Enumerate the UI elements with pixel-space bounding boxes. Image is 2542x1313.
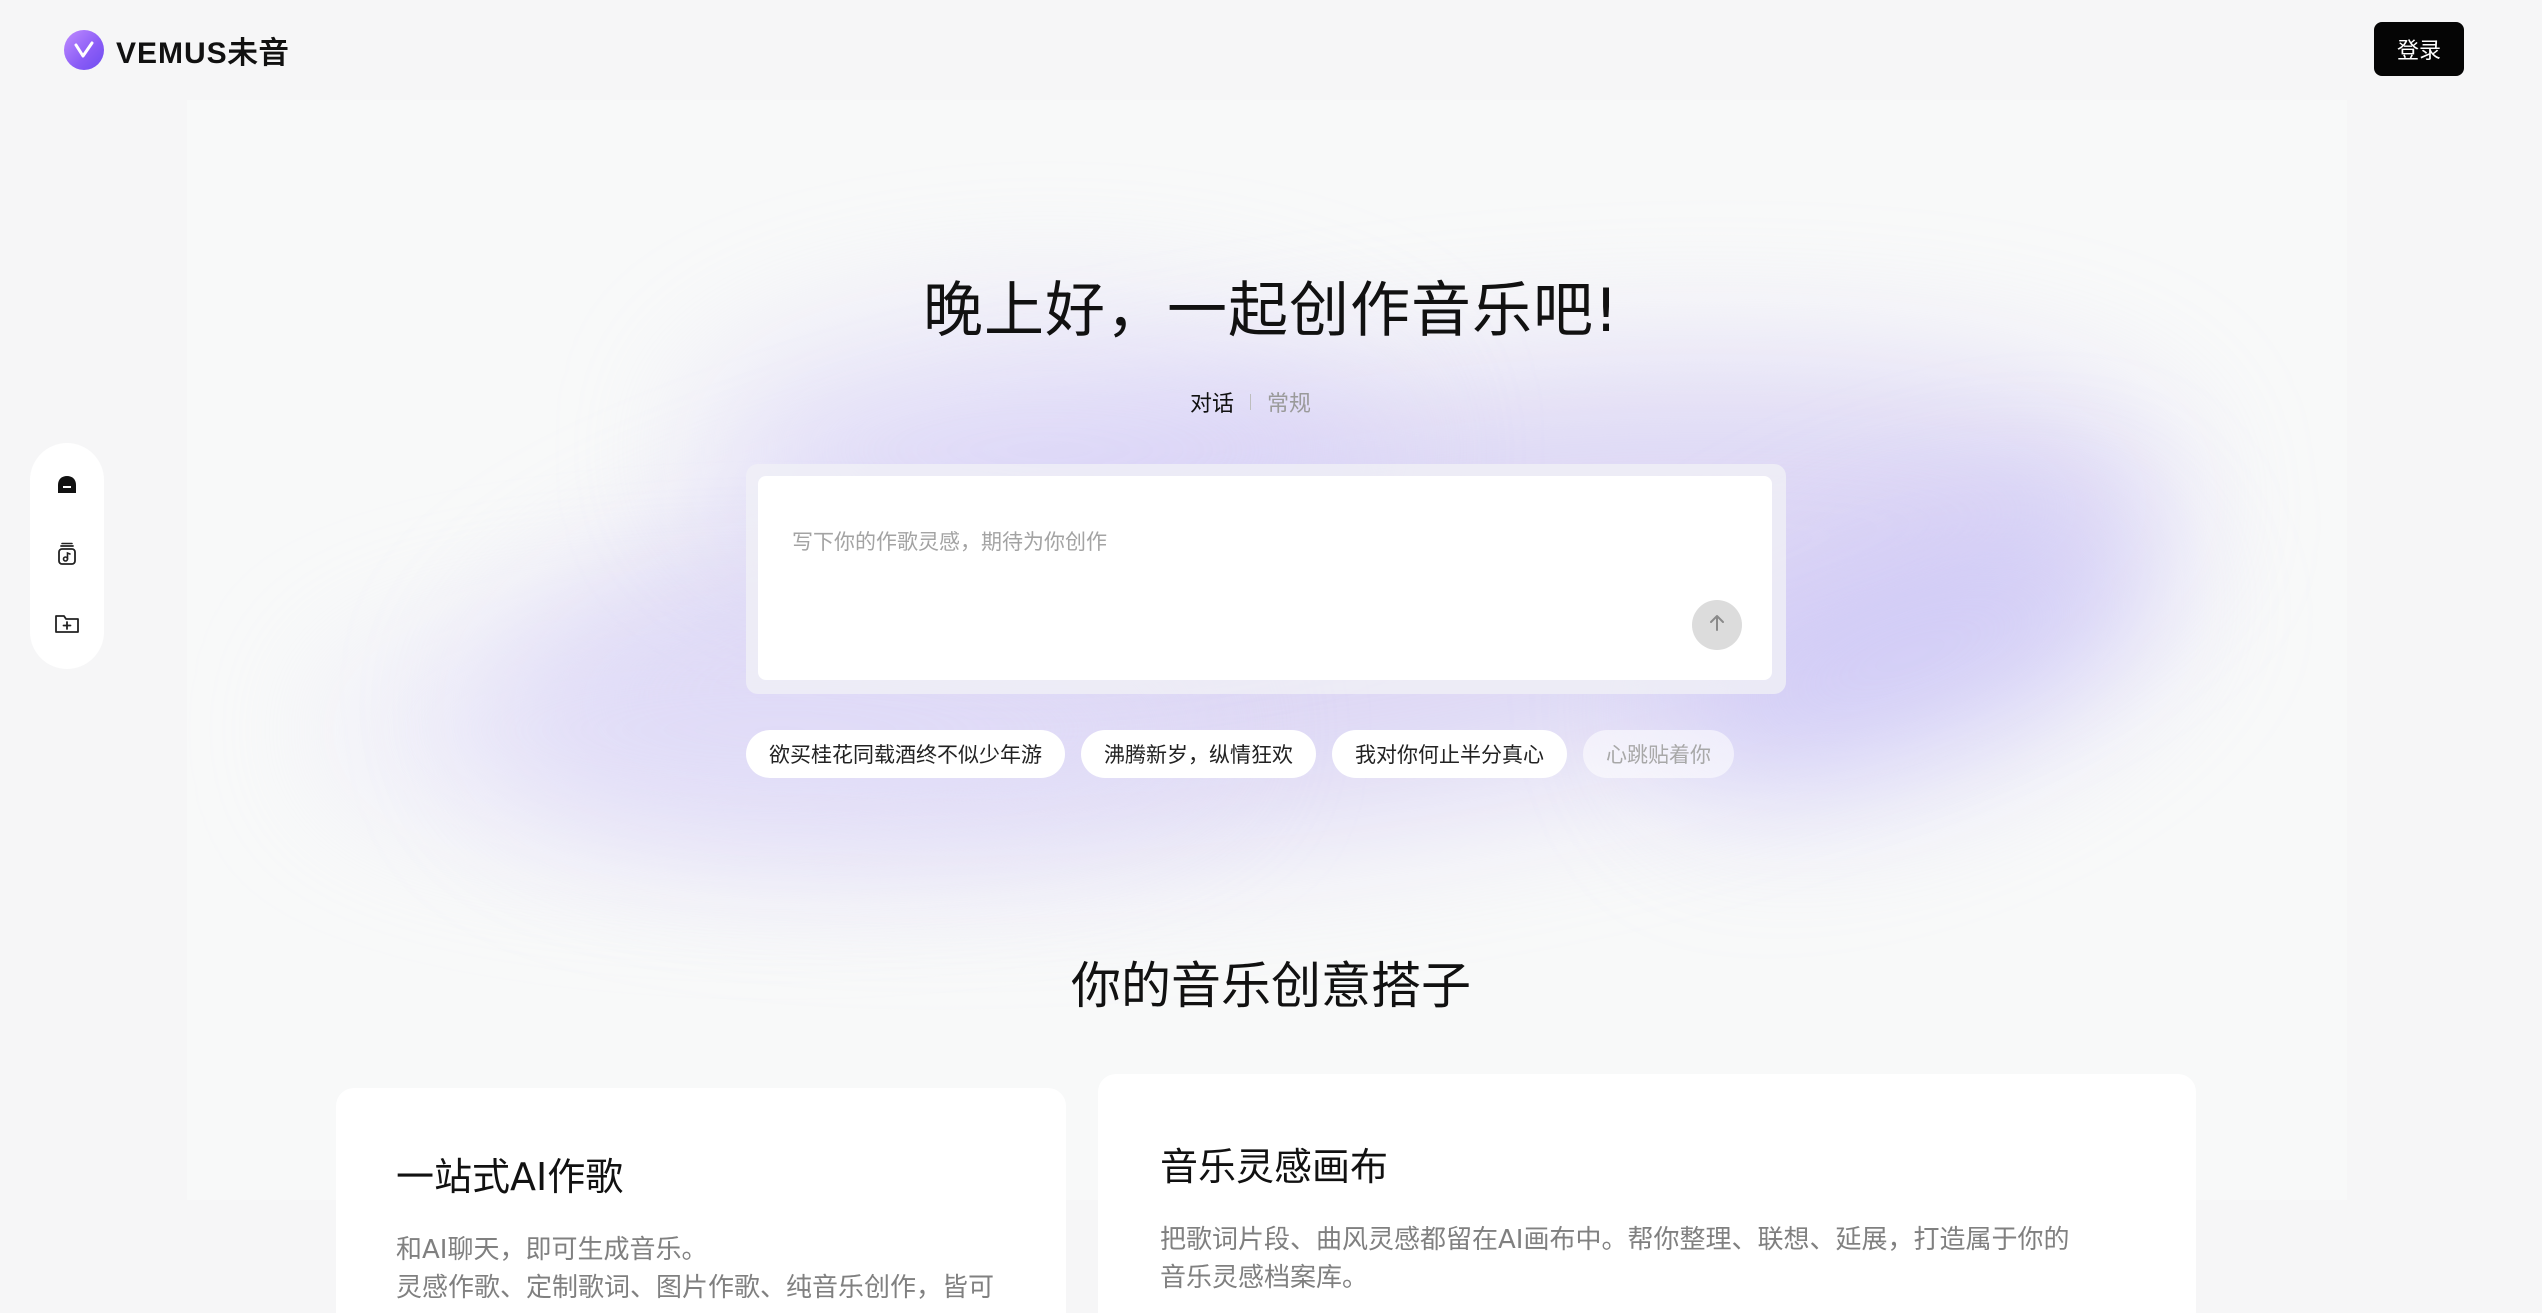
new-folder-icon — [53, 610, 81, 640]
suggestion-chips: 欲买桂花同载酒终不似少年游 沸腾新岁，纵情狂欢 我对你何止半分真心 心跳贴着你 — [746, 730, 1734, 778]
top-header: VEMUS未音 登录 — [0, 0, 2542, 100]
music-library-icon — [54, 541, 80, 571]
side-toolbar — [30, 443, 104, 669]
feature-card-text: 音乐灵感档案库。 — [1160, 1263, 1369, 1293]
send-button[interactable] — [1692, 600, 1742, 650]
tab-chat[interactable]: 对话 — [1190, 386, 1234, 418]
suggestion-chip[interactable]: 沸腾新岁，纵情狂欢 — [1081, 730, 1316, 778]
feature-card-title: 一站式AI作歌 — [396, 1155, 624, 1199]
prompt-box — [758, 476, 1772, 680]
page: VEMUS未音 登录 晚上好，一起创作音乐吧! 对话 常规 写下你的作歌灵感，期… — [0, 0, 2542, 1313]
arrow-up-icon — [1705, 611, 1729, 639]
chat-bubble-icon — [54, 472, 80, 502]
suggestion-chip[interactable]: 欲买桂花同载酒终不似少年游 — [746, 730, 1065, 778]
vemus-logo-icon — [64, 30, 104, 70]
suggestion-chip[interactable]: 心跳贴着你 — [1583, 730, 1734, 778]
brand-name: VEMUS未音 — [116, 37, 290, 70]
brand-logo[interactable]: VEMUS未音 — [64, 28, 290, 72]
prompt-panel — [746, 464, 1786, 694]
sidebar-item-chat[interactable] — [47, 467, 87, 507]
sidebar-item-new-folder[interactable] — [47, 605, 87, 645]
feature-card-text: 和AI聊天，即可生成音乐。 — [396, 1235, 708, 1265]
mode-tabs: 对话 常规 — [1190, 386, 1311, 418]
greeting-title: 晚上好，一起创作音乐吧! — [922, 276, 1620, 346]
feature-card-text: 灵感作歌、定制歌词、图片作歌、纯音乐创作，皆可 — [396, 1273, 995, 1303]
tab-regular[interactable]: 常规 — [1267, 386, 1311, 418]
features-title: 你的音乐创意搭子 — [1071, 957, 1471, 1015]
suggestion-chip[interactable]: 我对你何止半分真心 — [1332, 730, 1567, 778]
feature-card-text: 把歌词片段、曲风灵感都留在AI画布中。帮你整理、联想、延展，打造属于你的 — [1160, 1225, 2070, 1255]
feature-card[interactable]: 一站式AI作歌 和AI聊天，即可生成音乐。 灵感作歌、定制歌词、图片作歌、纯音乐… — [336, 1088, 1066, 1313]
sidebar-item-library[interactable] — [47, 536, 87, 576]
feature-card[interactable]: 音乐灵感画布 把歌词片段、曲风灵感都留在AI画布中。帮你整理、联想、延展，打造属… — [1098, 1074, 2196, 1313]
login-button[interactable]: 登录 — [2374, 22, 2464, 76]
tab-divider — [1250, 394, 1252, 410]
prompt-input[interactable] — [758, 476, 1772, 680]
feature-card-title: 音乐灵感画布 — [1160, 1145, 1389, 1189]
